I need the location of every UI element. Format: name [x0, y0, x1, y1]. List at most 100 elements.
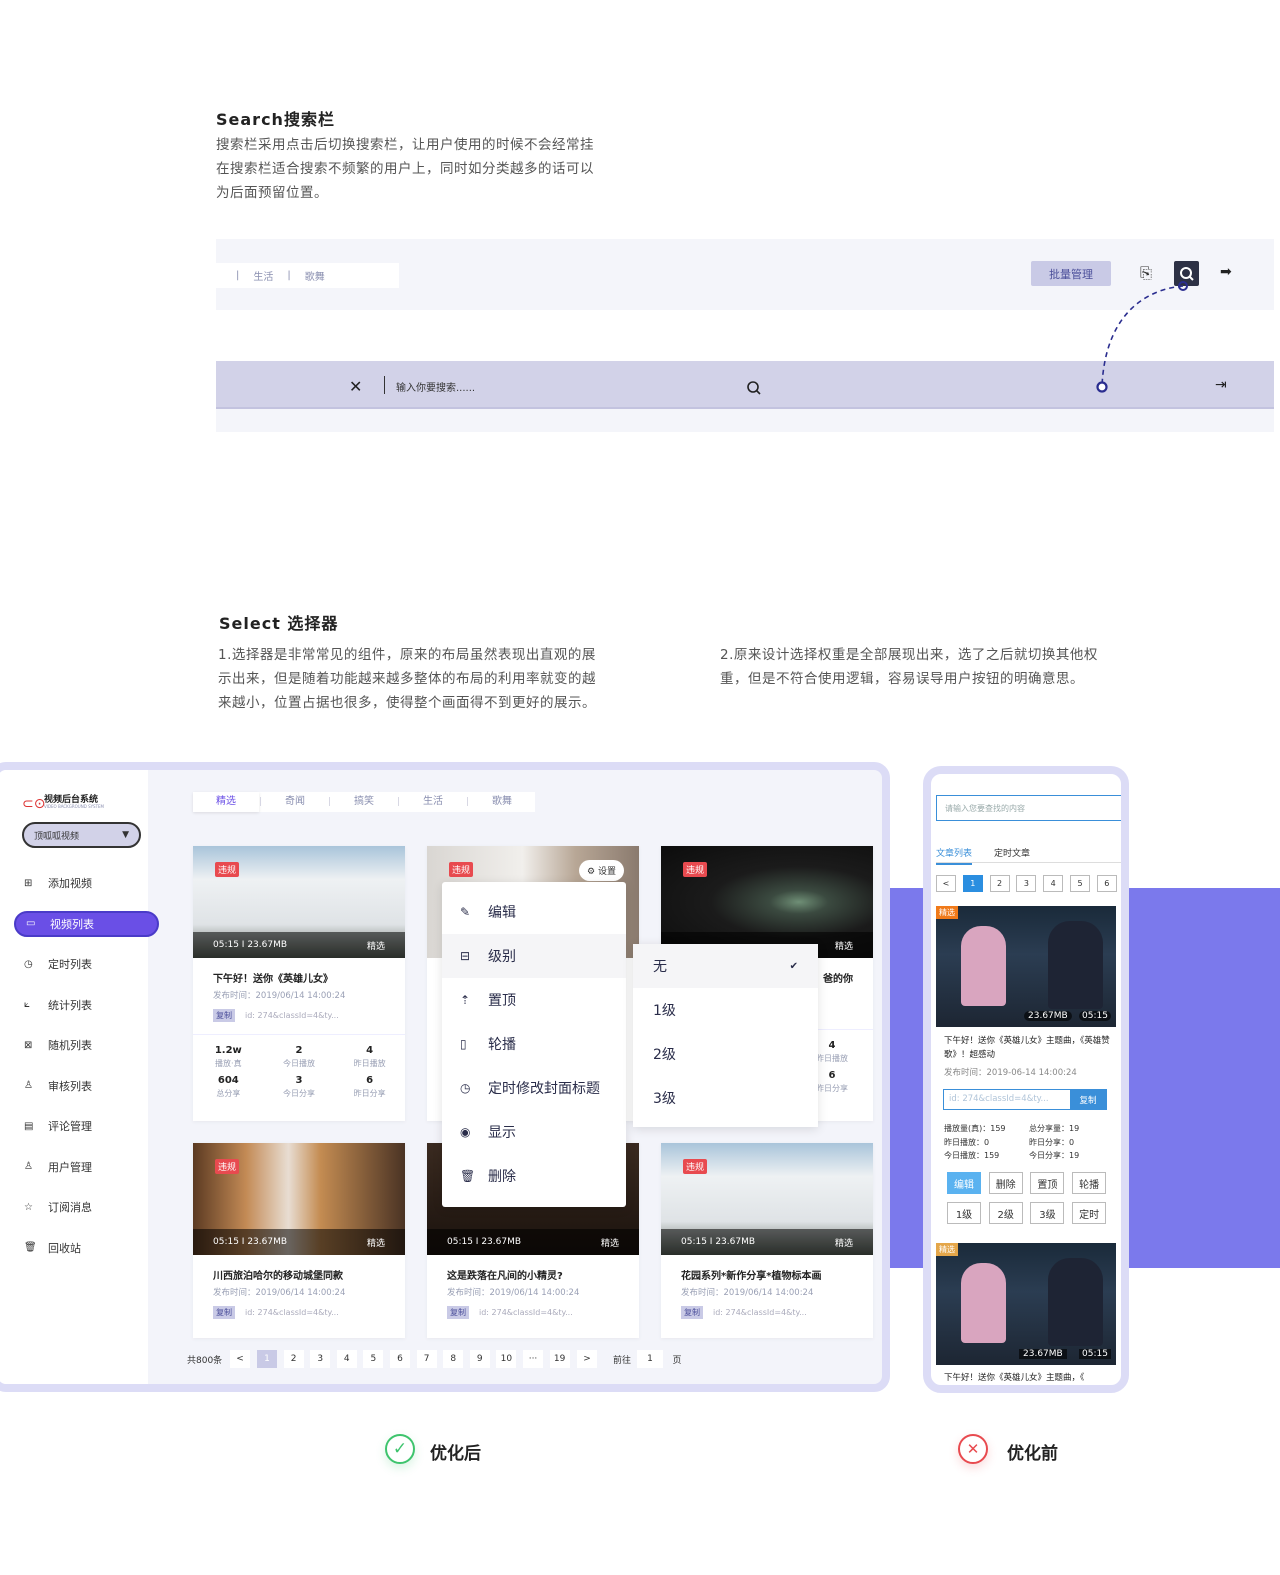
- level-option[interactable]: 3级: [633, 1076, 818, 1120]
- level-option[interactable]: 2级: [633, 1032, 818, 1076]
- page-button[interactable]: 4: [336, 1350, 357, 1368]
- category-tab[interactable]: 奇闻: [262, 792, 328, 812]
- old-page-button[interactable]: 4: [1043, 875, 1064, 892]
- sidebar-item[interactable]: ▤ 评论管理: [14, 1113, 159, 1139]
- close-search-icon[interactable]: ✕: [349, 377, 362, 396]
- settings-label: 设置: [597, 867, 616, 877]
- prev-page-button[interactable]: <: [230, 1350, 250, 1368]
- old-page-button[interactable]: <: [936, 875, 956, 892]
- category-tab[interactable]: 生活: [400, 792, 466, 812]
- menu-item[interactable]: ▯ 轮播: [442, 1022, 626, 1066]
- old-action-button[interactable]: 编辑: [947, 1172, 981, 1194]
- page-button[interactable]: 2: [283, 1350, 304, 1368]
- search-icon[interactable]: [746, 380, 762, 396]
- old-page-button[interactable]: 5: [1070, 875, 1090, 892]
- old-page-button[interactable]: 3: [1016, 875, 1037, 892]
- arrow-right-icon[interactable]: ➡: [1220, 264, 1232, 280]
- menu-item[interactable]: ✎ 编辑: [442, 890, 626, 934]
- old-action-button[interactable]: 删除: [988, 1172, 1023, 1194]
- category-tabs-small: | 生活 | 歌舞: [216, 263, 399, 288]
- thumbnail-overlay: 05:15 I 23.67MB 精选: [193, 932, 405, 958]
- video-meta: 05:15 I 23.67MB: [681, 1237, 756, 1247]
- search-input[interactable]: 输入你要搜索......: [396, 379, 475, 394]
- violation-badge: 违规: [683, 1159, 708, 1174]
- search-section-title: Search搜索栏: [216, 110, 335, 129]
- stat-label: 今日分享: [282, 1089, 315, 1098]
- sidebar-item[interactable]: ◷ 定时列表: [14, 951, 159, 977]
- old-page-button[interactable]: 2: [989, 875, 1010, 892]
- menu-item[interactable]: ⊟ 级别: [442, 934, 626, 978]
- old-tab-scheduled[interactable]: 定时文章: [994, 846, 1030, 859]
- goto-page-input[interactable]: 1: [637, 1350, 663, 1368]
- settings-button[interactable]: ⚙ 设置: [579, 860, 624, 881]
- channel-select[interactable]: 顶呱呱视频 ▼: [22, 822, 141, 848]
- exit-icon[interactable]: ⇥: [1215, 377, 1227, 393]
- sidebar-item[interactable]: ♙ 审核列表: [14, 1073, 159, 1099]
- old-stat: 总分享量：19: [1029, 1124, 1080, 1133]
- review-icon: ♙: [24, 1080, 33, 1091]
- user-icon: ♙: [24, 1161, 33, 1172]
- category-tab[interactable]: 歌舞: [469, 792, 535, 812]
- old-page-button[interactable]: 6: [1096, 875, 1117, 892]
- page-button[interactable]: 3: [310, 1350, 331, 1368]
- sidebar-item[interactable]: 🗑 回收站: [14, 1235, 159, 1261]
- video-thumbnail[interactable]: 违规 05:15 I 23.67MB 精选: [193, 1143, 405, 1255]
- menu-item[interactable]: 🗑 删除: [442, 1154, 626, 1198]
- level-option[interactable]: 1级: [633, 988, 818, 1032]
- category-tab[interactable]: 精选: [193, 792, 259, 812]
- page-button[interactable]: 1: [257, 1350, 277, 1368]
- page-button[interactable]: 6: [390, 1350, 410, 1368]
- old-id-field[interactable]: id: 274&classId=4&ty... 复制: [943, 1089, 1107, 1110]
- tab-song-dance[interactable]: 歌舞: [305, 268, 325, 283]
- featured-tag: 精选: [834, 941, 853, 952]
- old-action-button[interactable]: 3级: [1030, 1202, 1065, 1224]
- menu-item[interactable]: ◷ 定时修改封面标题: [442, 1066, 626, 1110]
- page-button[interactable]: 5: [363, 1350, 384, 1368]
- level-option[interactable]: 无 ✔: [633, 944, 818, 988]
- video-card[interactable]: 违规 05:15 I 23.67MB 精选 川西旅泊哈尔的移动城堡同款 发布时间：201…: [193, 1143, 405, 1338]
- menu-item[interactable]: ◉ 显示: [442, 1110, 626, 1154]
- page-button[interactable]: 10: [496, 1350, 517, 1368]
- desc-line: 为后面预留位置。: [216, 185, 328, 201]
- old-video-thumbnail[interactable]: 精选 23.67MB 05:15: [936, 1243, 1116, 1365]
- copy-button[interactable]: 复制: [213, 1009, 235, 1022]
- thumbnail-overlay: 05:15 I 23.67MB 精选: [193, 1229, 405, 1255]
- copy-button[interactable]: 复制: [213, 1306, 235, 1319]
- sidebar-item[interactable]: ⟀ 统计列表: [14, 992, 159, 1018]
- page-button[interactable]: 8: [443, 1350, 464, 1368]
- sidebar-item[interactable]: ⊞ 添加视频: [14, 870, 159, 896]
- old-page-button[interactable]: 1: [962, 875, 983, 892]
- tab-life[interactable]: 生活: [253, 268, 273, 283]
- video-card[interactable]: 违规 05:15 I 23.67MB 精选 下午好！送你《英雄儿女》 发布时间：2019…: [193, 846, 405, 1121]
- level-label: 无: [653, 959, 667, 975]
- page-button[interactable]: ···: [523, 1350, 543, 1368]
- anchor-figure: [1048, 1258, 1103, 1346]
- video-thumbnail[interactable]: 违规 精选: [661, 846, 873, 958]
- old-action-button[interactable]: 置顶: [1030, 1172, 1065, 1194]
- sidebar-item[interactable]: ⊠ 随机列表: [14, 1032, 159, 1058]
- old-action-button[interactable]: 定时: [1072, 1202, 1107, 1224]
- sidebar-item[interactable]: ☆ 订阅消息: [14, 1194, 159, 1220]
- video-id: id: 274&classId=4&ty...: [479, 1308, 573, 1317]
- next-page-button[interactable]: >: [577, 1350, 597, 1368]
- old-video-thumbnail[interactable]: 精选 23.67MB 05:15: [936, 906, 1116, 1027]
- sidebar-item[interactable]: ▭ 视频列表: [14, 910, 159, 937]
- copy-button[interactable]: 复制: [447, 1306, 469, 1319]
- old-action-button[interactable]: 1级: [947, 1202, 981, 1224]
- video-thumbnail[interactable]: 违规 05:15 I 23.67MB 精选: [661, 1143, 873, 1255]
- copy-button[interactable]: 复制: [681, 1306, 703, 1319]
- old-action-button[interactable]: 轮播: [1072, 1172, 1107, 1194]
- video-card[interactable]: 违规 05:15 I 23.67MB 精选 花园系列*新作分享*植物标本画 发布时间：2…: [661, 1143, 873, 1338]
- desc-line: 重，但是不符合使用逻辑，容易误导用户按钮的明确意思。: [720, 671, 1084, 687]
- menu-item[interactable]: ⇡ 置顶: [442, 978, 626, 1022]
- old-copy-button[interactable]: 复制: [1070, 1090, 1106, 1109]
- page-button[interactable]: 7: [416, 1350, 437, 1368]
- sidebar-item[interactable]: ♙ 用户管理: [14, 1154, 159, 1180]
- stat: 4 昨日播放: [334, 1045, 405, 1069]
- category-tab[interactable]: 搞笑: [331, 792, 397, 812]
- video-thumbnail[interactable]: 违规 05:15 I 23.67MB 精选: [193, 846, 405, 958]
- page-button[interactable]: 19: [549, 1350, 570, 1368]
- old-action-button[interactable]: 2级: [988, 1202, 1023, 1224]
- page-button[interactable]: 9: [469, 1350, 490, 1368]
- old-search-input[interactable]: 请输入您要查找的内容: [936, 795, 1121, 821]
